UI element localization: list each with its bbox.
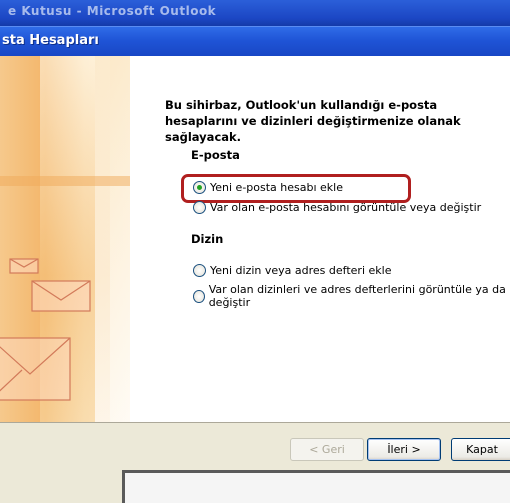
close-button[interactable]: Kapat [451, 438, 510, 461]
back-button[interactable]: < Geri [290, 438, 364, 461]
radio-label: Var olan e-posta hesabını görüntüle veya… [210, 201, 482, 214]
background-window [122, 470, 510, 503]
email-section-heading: E-posta [191, 148, 240, 162]
radio-new-email-account[interactable]: Yeni e-posta hesabı ekle [193, 181, 343, 194]
background-desktop [0, 464, 510, 503]
radio-button[interactable] [193, 289, 205, 303]
dialog-title: sta Hesapları [2, 33, 99, 48]
wizard-side-image [0, 56, 130, 422]
background-window-title: e Kutusu - Microsoft Outlook [8, 4, 217, 18]
radio-button[interactable] [193, 201, 206, 214]
radio-button[interactable] [193, 181, 206, 194]
radio-new-directory[interactable]: Yeni dizin veya adres defteri ekle [193, 264, 391, 277]
next-button[interactable]: İleri > [367, 438, 441, 461]
background-window-titlebar: e Kutusu - Microsoft Outlook [0, 0, 510, 26]
wizard-intro-text: Bu sihirbaz, Outlook'un kullandığı e-pos… [165, 98, 461, 144]
dialog-titlebar[interactable]: sta Hesapları [0, 26, 510, 57]
radio-label: Var olan dizinleri ve adres defterlerini… [208, 283, 506, 309]
radio-label: Yeni e-posta hesabı ekle [210, 181, 343, 194]
radio-view-change-directory[interactable]: Var olan dizinleri ve adres defterlerini… [193, 283, 510, 309]
directory-section-heading: Dizin [191, 232, 224, 246]
radio-label: Yeni dizin veya adres defteri ekle [210, 264, 392, 277]
radio-view-change-email-account[interactable]: Var olan e-posta hesabını görüntüle veya… [193, 201, 481, 214]
radio-button[interactable] [193, 264, 206, 277]
envelope-icon [0, 258, 91, 401]
